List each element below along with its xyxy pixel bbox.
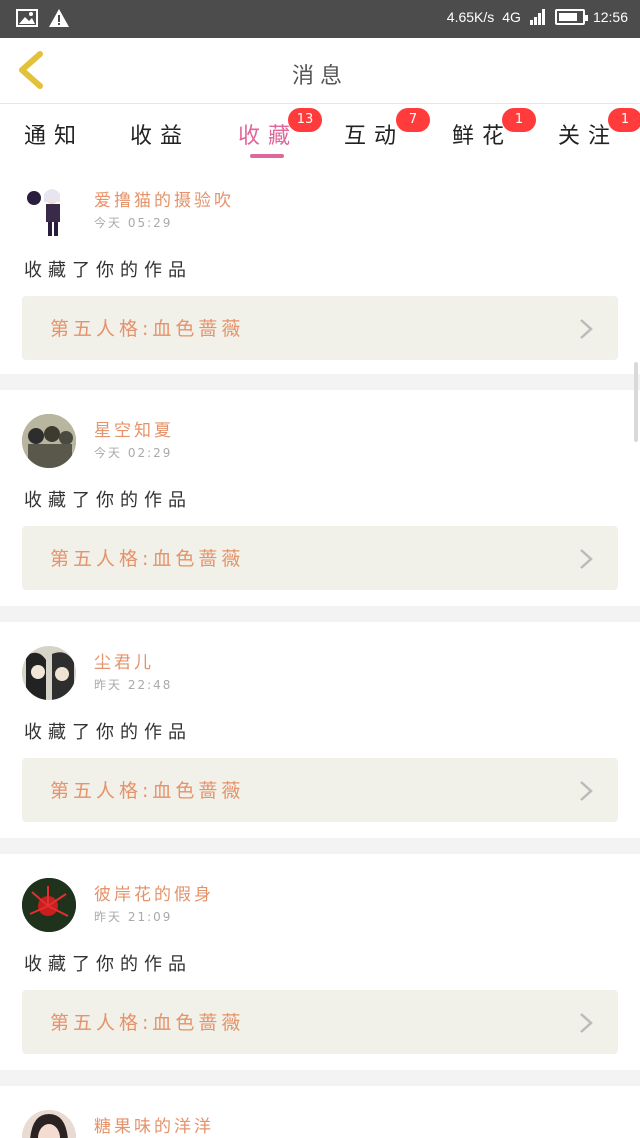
flowers-badge: 1: [502, 108, 536, 132]
header: 消息: [0, 38, 640, 104]
follows-badge: 1: [608, 108, 640, 132]
page-title: 消息: [291, 64, 348, 89]
avatar[interactable]: [22, 646, 76, 700]
avatar[interactable]: [22, 184, 76, 238]
favorites-badge: 13: [288, 108, 322, 132]
tab-earnings[interactable]: 收益: [120, 118, 200, 150]
tab-label: 通知: [23, 124, 84, 149]
chevron-right-icon: [580, 781, 593, 801]
username[interactable]: 爱撸猫的摄验吹: [94, 186, 234, 211]
active-tab-indicator: [250, 154, 284, 158]
battery-icon: [554, 9, 588, 25]
tab-favorites[interactable]: 收藏 13: [228, 108, 322, 150]
avatar-girl-photo-icon: [22, 1110, 76, 1138]
avatar-couple-anime-icon: [22, 646, 76, 700]
timestamp: 昨天 22:48: [94, 678, 173, 692]
chevron-right-icon: [580, 549, 593, 569]
warning-icon: [49, 9, 69, 27]
divider: [0, 1070, 640, 1086]
tab-label: 关注: [557, 124, 618, 149]
list-item: 爱撸猫的摄验吹 今天 05:29 收藏了你的作品 第五人格:血色蔷薇: [0, 172, 640, 387]
activity-text: 收藏了你的作品: [24, 954, 192, 975]
avatar[interactable]: [22, 414, 76, 468]
tab-flowers[interactable]: 鲜花 1: [442, 108, 536, 150]
work-link[interactable]: 第五人格:血色蔷薇: [22, 526, 618, 590]
chevron-right-icon: [580, 319, 593, 339]
list-item: 糖果味的洋洋: [0, 1098, 640, 1138]
avatar[interactable]: [22, 878, 76, 932]
image-icon: [16, 9, 38, 27]
tab-label: 互动: [343, 124, 404, 149]
status-bar: 4.65K/s 4G 12:56: [0, 0, 640, 38]
list-item: 星空知夏 今天 02:29 收藏了你的作品 第五人格:血色蔷薇: [0, 402, 640, 617]
tab-notice[interactable]: 通知: [14, 118, 94, 150]
chevron-right-icon: [580, 1013, 593, 1033]
tab-follows[interactable]: 关注 1: [548, 108, 640, 150]
username[interactable]: 尘君儿: [94, 648, 154, 673]
activity-text: 收藏了你的作品: [24, 260, 192, 281]
username[interactable]: 星空知夏: [94, 416, 174, 441]
work-title: 第五人格:血色蔷薇: [50, 1012, 245, 1034]
timestamp: 今天 05:29: [94, 216, 173, 230]
avatar[interactable]: [22, 1110, 76, 1138]
divider: [0, 606, 640, 622]
work-title: 第五人格:血色蔷薇: [50, 318, 245, 340]
work-link[interactable]: 第五人格:血色蔷薇: [22, 296, 618, 360]
list-item: 尘君儿 昨天 22:48 收藏了你的作品 第五人格:血色蔷薇: [0, 634, 640, 849]
work-title: 第五人格:血色蔷薇: [50, 780, 245, 802]
scrollbar[interactable]: [634, 362, 638, 442]
tab-label: 收益: [129, 124, 190, 149]
tab-bar: 通知 收益 收藏 13 互动 7 鲜花 1 关注 1: [0, 104, 640, 172]
clock: 12:56: [592, 9, 628, 25]
work-title: 第五人格:血色蔷薇: [50, 548, 245, 570]
tab-label: 收藏: [237, 124, 298, 149]
list-item: 彼岸花的假身 昨天 21:09 收藏了你的作品 第五人格:血色蔷薇: [0, 866, 640, 1081]
tab-label: 鲜花: [451, 124, 512, 149]
divider: [0, 838, 640, 854]
network-type: 4G: [502, 9, 521, 25]
avatar-anime-character-icon: [27, 189, 60, 236]
timestamp: 今天 02:29: [94, 446, 173, 460]
divider: [0, 374, 640, 390]
timestamp: 昨天 21:09: [94, 910, 173, 924]
network-speed: 4.65K/s: [446, 9, 495, 25]
work-link[interactable]: 第五人格:血色蔷薇: [22, 990, 618, 1054]
signal-icon: [529, 9, 545, 25]
avatar-red-spider-lily-icon: [22, 878, 76, 932]
tab-interactions[interactable]: 互动 7: [334, 108, 430, 150]
username[interactable]: 糖果味的洋洋: [94, 1112, 214, 1137]
work-link[interactable]: 第五人格:血色蔷薇: [22, 758, 618, 822]
interactions-badge: 7: [396, 108, 430, 132]
activity-text: 收藏了你的作品: [24, 722, 192, 743]
avatar-group-anime-icon: [22, 414, 76, 468]
activity-text: 收藏了你的作品: [24, 490, 192, 511]
username[interactable]: 彼岸花的假身: [94, 880, 214, 905]
